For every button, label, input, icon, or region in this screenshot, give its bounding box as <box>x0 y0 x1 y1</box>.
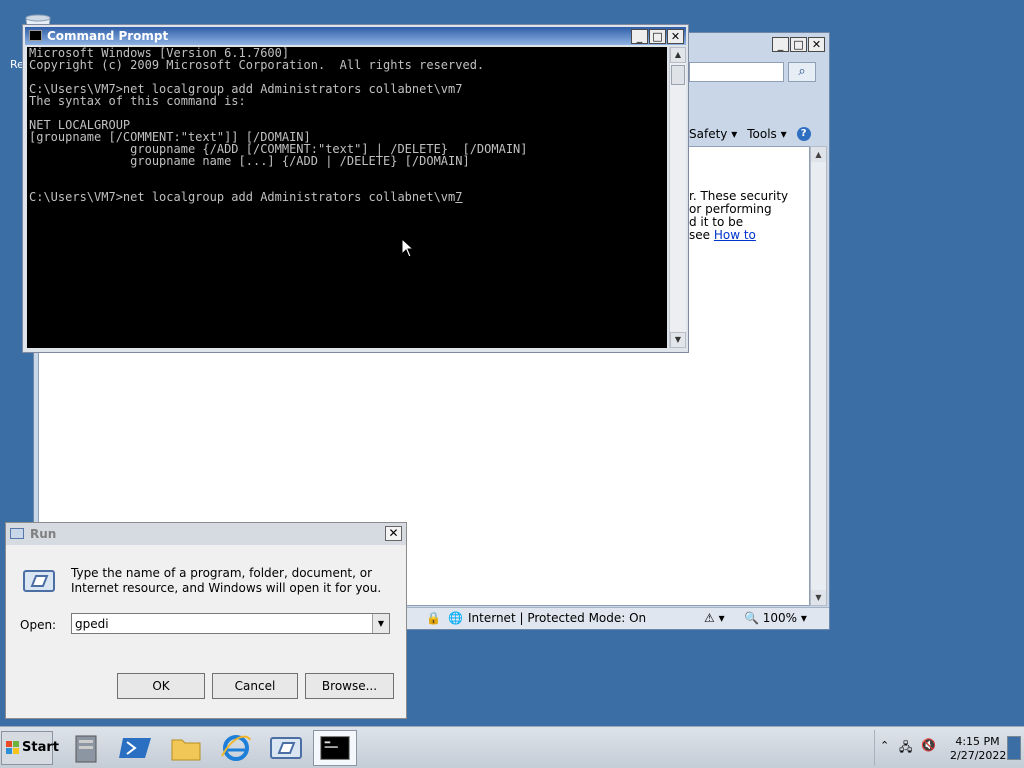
open-combobox[interactable]: ▼ <box>71 613 390 634</box>
scroll-thumb[interactable] <box>671 65 685 85</box>
maximize-button[interactable]: □ <box>790 37 807 52</box>
cmd-title-bar[interactable]: Command Prompt <box>25 27 686 45</box>
system-tray: ⌃ 🖧 🔇 4:15 PM 2/27/2022 <box>874 730 1023 766</box>
close-button[interactable]: ✕ <box>667 29 684 44</box>
safety-menu[interactable]: Safety ▾ <box>689 127 737 141</box>
cmd-caption-buttons: _ □ ✕ <box>631 29 684 44</box>
minimize-button[interactable]: _ <box>631 29 648 44</box>
security-icon: 🔒 <box>426 611 441 625</box>
ie-command-bar: Safety ▾ Tools ▾ ? <box>689 123 829 145</box>
scroll-down-arrow[interactable]: ▼ <box>670 332 686 348</box>
console-lines: Microsoft Windows [Version 6.1.7600] Cop… <box>29 47 528 168</box>
zoom-level[interactable]: 🔍 100% ▾ <box>744 611 807 625</box>
browse-button[interactable]: Browse... <box>305 673 394 699</box>
maximize-button[interactable]: □ <box>649 29 666 44</box>
internet-explorer-icon[interactable] <box>214 730 258 766</box>
console-current-line: C:\Users\VM7>net localgroup add Administ… <box>29 190 463 204</box>
command-prompt-window[interactable]: Command Prompt _ □ ✕ Microsoft Windows [… <box>22 24 689 353</box>
run-description: Type the name of a program, folder, docu… <box>71 566 382 595</box>
how-to-link[interactable]: How to <box>714 228 756 242</box>
show-desktop-button[interactable] <box>1007 736 1021 760</box>
text-cursor: 7 <box>455 190 463 204</box>
open-label: Open: <box>20 618 57 632</box>
run-dialog[interactable]: Run ✕ Type the name of a program, folder… <box>5 522 407 719</box>
network-icon[interactable]: 🖧 <box>899 738 912 759</box>
run-program-icon <box>23 570 55 592</box>
ie-caption-buttons: _ □ ✕ <box>772 37 825 52</box>
clock-time: 4:15 PM <box>955 735 1000 748</box>
clock[interactable]: 4:15 PM 2/27/2022 <box>950 735 1007 763</box>
globe-icon: 🌐 <box>448 611 463 625</box>
close-button[interactable]: ✕ <box>385 526 402 541</box>
scroll-up-arrow[interactable]: ▲ <box>670 47 686 63</box>
minimize-button[interactable]: _ <box>772 37 789 52</box>
tools-menu[interactable]: Tools ▾ <box>747 127 786 141</box>
volume-muted-icon[interactable]: 🔇 <box>921 738 936 752</box>
run-icon <box>10 528 24 539</box>
run-title-bar[interactable]: Run <box>6 523 406 545</box>
folder-icon[interactable] <box>164 730 208 766</box>
cmd-vertical-scrollbar[interactable]: ▲ ▼ <box>669 47 686 348</box>
ie-search-box[interactable] <box>689 62 784 82</box>
search-icon[interactable]: ⌕ <box>788 62 816 82</box>
mouse-pointer-icon <box>401 238 415 258</box>
open-input[interactable] <box>75 615 365 632</box>
command-prompt-taskbar-icon[interactable] <box>313 730 357 766</box>
run-taskbar-icon[interactable] <box>264 730 308 766</box>
zone-status: Internet | Protected Mode: On <box>468 611 647 625</box>
show-hidden-icons-icon[interactable]: ⌃ <box>880 739 889 752</box>
server-manager-icon[interactable] <box>66 730 110 766</box>
windows-logo-icon <box>6 741 19 754</box>
cmd-icon <box>29 30 42 41</box>
ie-page-text: r. These security or performing d it to … <box>689 189 789 242</box>
help-icon[interactable]: ? <box>796 127 811 141</box>
cmd-console-output[interactable]: Microsoft Windows [Version 6.1.7600] Cop… <box>27 47 667 348</box>
close-button[interactable]: ✕ <box>808 37 825 52</box>
ie-vertical-scrollbar[interactable]: ▲ ▼ <box>810 146 827 606</box>
start-button[interactable]: Start <box>1 731 59 765</box>
protected-mode-icon[interactable]: ⚠ ▾ <box>704 611 725 625</box>
powershell-icon[interactable] <box>115 730 159 766</box>
chevron-down-icon[interactable]: ▼ <box>372 614 389 633</box>
taskbar: Start ⌃ 🖧 🔇 4:15 PM 2/27/2022 <box>0 726 1024 768</box>
cancel-button[interactable]: Cancel <box>212 673 298 699</box>
scroll-up-arrow[interactable]: ▲ <box>811 147 826 162</box>
scroll-down-arrow[interactable]: ▼ <box>811 590 826 605</box>
ok-button[interactable]: OK <box>117 673 205 699</box>
clock-date: 2/27/2022 <box>950 749 1007 762</box>
